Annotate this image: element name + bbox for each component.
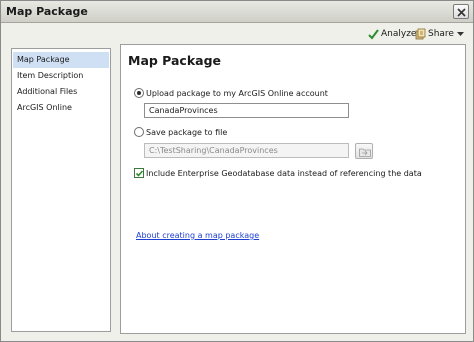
sidebar-item-arcgis-online[interactable]: ArcGIS Online (13, 100, 109, 116)
checkmark-icon (368, 28, 379, 40)
analyze-button[interactable]: Analyze (368, 26, 416, 42)
checkmark-icon (135, 170, 144, 177)
share-button[interactable]: Share (415, 26, 466, 42)
folder-icon (359, 148, 371, 157)
content-panel: Map Package Upload package to my ArcGIS … (120, 44, 466, 334)
save-option[interactable]: Save package to file (134, 126, 227, 138)
enterprise-checkbox-label: Include Enterprise Geodatabase data inst… (146, 168, 422, 178)
sidebar-item-additional-files[interactable]: Additional Files (13, 84, 109, 100)
file-path-input[interactable]: C:\TestSharing\CanadaProvinces (144, 143, 349, 158)
sidebar: Map Package Item Description Additional … (11, 48, 111, 332)
sidebar-item-map-package[interactable]: Map Package (13, 52, 109, 68)
enterprise-checkbox[interactable] (134, 168, 144, 178)
close-icon (457, 8, 466, 17)
upload-radio[interactable] (134, 88, 144, 98)
save-radio[interactable] (134, 127, 144, 137)
enterprise-option[interactable]: Include Enterprise Geodatabase data inst… (134, 167, 422, 179)
help-link[interactable]: About creating a map package (136, 231, 259, 240)
title-bar: Map Package (1, 1, 473, 23)
sidebar-item-item-description[interactable]: Item Description (13, 68, 109, 84)
analyze-label: Analyze (381, 29, 417, 39)
save-option-label: Save package to file (146, 127, 228, 137)
toolbar: Analyze Share (1, 24, 473, 44)
share-label: Share (428, 29, 454, 39)
window-title: Map Package (6, 5, 88, 18)
close-button[interactable] (453, 4, 469, 19)
share-icon (415, 28, 426, 40)
package-name-input[interactable]: CanadaProvinces (144, 103, 349, 118)
page-title: Map Package (128, 53, 222, 68)
dropdown-arrow-icon (456, 31, 464, 36)
browse-button[interactable] (355, 143, 373, 159)
map-package-window: Map Package Analyze Share Map Package It… (0, 0, 474, 342)
upload-option-label: Upload package to my ArcGIS Online accou… (146, 88, 328, 98)
upload-option[interactable]: Upload package to my ArcGIS Online accou… (134, 87, 328, 99)
